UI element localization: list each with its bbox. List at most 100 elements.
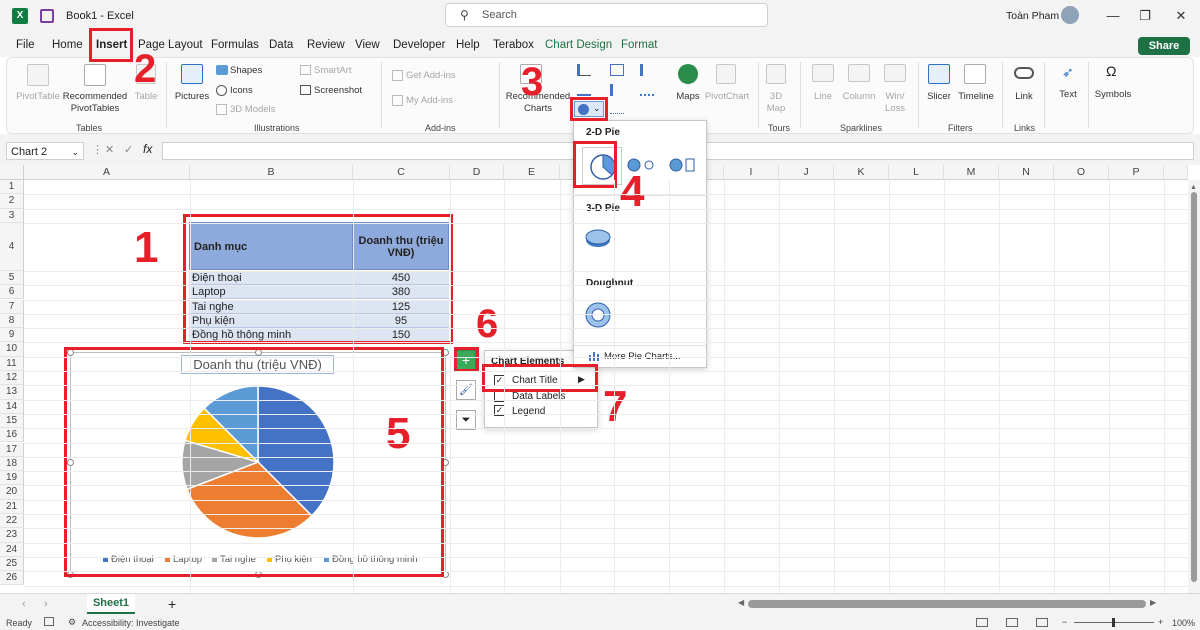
column-header[interactable]: J xyxy=(779,165,834,180)
column-header[interactable]: A xyxy=(24,165,190,180)
sparkline-column-button[interactable]: Column xyxy=(840,91,878,102)
horizontal-scroll-thumb[interactable] xyxy=(748,600,1146,608)
waterfall-chart-icon[interactable] xyxy=(640,64,654,76)
row-header[interactable]: 1 xyxy=(0,180,24,195)
row-header[interactable]: 12 xyxy=(0,371,24,386)
next-sheet-icon[interactable]: › xyxy=(44,598,48,610)
tab-home[interactable]: Home xyxy=(52,39,83,51)
bar-of-pie-option[interactable] xyxy=(668,157,698,173)
scroll-right-icon[interactable]: ▶ xyxy=(1150,598,1156,607)
tab-format[interactable]: Format xyxy=(621,39,657,51)
icons-button[interactable]: Icons xyxy=(230,85,253,96)
column-header[interactable]: L xyxy=(889,165,944,180)
row-header[interactable]: 9 xyxy=(0,328,24,343)
row-header[interactable]: 22 xyxy=(0,514,24,529)
row-header[interactable]: 5 xyxy=(0,270,24,286)
zoom-slider-thumb[interactable] xyxy=(1112,618,1115,627)
smartart-button[interactable]: SmartArt xyxy=(314,65,351,76)
statistic-chart-icon[interactable] xyxy=(610,84,624,96)
enter-icon[interactable]: ✓ xyxy=(124,143,133,156)
row-header[interactable]: 3 xyxy=(0,208,24,223)
minimize-button[interactable]: — xyxy=(1098,1,1128,31)
column-header[interactable]: M xyxy=(944,165,999,180)
select-all-corner[interactable] xyxy=(0,165,24,180)
combo-chart-icon[interactable] xyxy=(640,84,654,96)
tab-file[interactable]: File xyxy=(16,39,35,51)
pivottable-button[interactable]: PivotTable xyxy=(14,91,62,102)
column-header[interactable]: K xyxy=(834,165,889,180)
shapes-button[interactable]: Shapes xyxy=(230,65,262,76)
zoom-level[interactable]: 100% xyxy=(1172,618,1195,628)
row-header[interactable]: 26 xyxy=(0,571,24,586)
hierarchy-chart-icon[interactable] xyxy=(610,64,624,76)
macro-recording-icon[interactable] xyxy=(44,617,54,626)
pictures-button[interactable]: Pictures xyxy=(174,91,210,102)
my-addins-button[interactable]: My Add-ins xyxy=(406,95,453,106)
tab-terabox[interactable]: Terabox xyxy=(493,39,534,51)
search-box[interactable]: ⚲ Search xyxy=(445,3,768,27)
column-header[interactable]: B xyxy=(190,165,353,180)
normal-view-icon[interactable] xyxy=(976,618,988,627)
save-icon[interactable] xyxy=(40,9,54,23)
column-header[interactable]: P xyxy=(1109,165,1164,180)
row-header[interactable]: 11 xyxy=(0,356,24,371)
pivotchart-button[interactable]: PivotChart xyxy=(704,91,750,102)
row-header[interactable]: 7 xyxy=(0,299,24,314)
tab-formulas[interactable]: Formulas xyxy=(211,39,259,51)
screenshot-button[interactable]: Screenshot xyxy=(314,85,362,96)
row-header[interactable]: 25 xyxy=(0,556,24,572)
close-button[interactable]: ✕ xyxy=(1166,1,1196,31)
page-break-view-icon[interactable] xyxy=(1036,618,1048,627)
scroll-up-icon[interactable]: ▲ xyxy=(1190,184,1197,191)
column-header[interactable]: O xyxy=(1054,165,1109,180)
doughnut-option[interactable] xyxy=(582,299,614,331)
3d-models-button[interactable]: 3D Models xyxy=(230,104,275,115)
column-chart-icon[interactable] xyxy=(577,64,591,76)
column-header[interactable]: C xyxy=(353,165,450,180)
tab-developer[interactable]: Developer xyxy=(393,39,445,51)
name-box[interactable]: Chart 2 ⌄ xyxy=(6,142,84,160)
tab-chart-design[interactable]: Chart Design xyxy=(545,39,612,51)
row-header[interactable]: 14 xyxy=(0,399,24,414)
get-addins-button[interactable]: Get Add-ins xyxy=(406,70,456,81)
maps-button[interactable]: Maps xyxy=(670,91,706,102)
scatter-chart-icon[interactable] xyxy=(610,104,624,114)
link-button[interactable]: Link xyxy=(1010,91,1038,102)
prev-sheet-icon[interactable]: ‹ xyxy=(22,598,26,610)
restore-button[interactable]: ❐ xyxy=(1130,1,1160,31)
insert-function-button[interactable]: fx xyxy=(143,142,152,156)
timeline-button[interactable]: Timeline xyxy=(956,91,996,102)
recommended-pivottables-button[interactable]: Recommended xyxy=(62,91,128,102)
cancel-icon[interactable]: ✕ xyxy=(105,143,114,156)
pie-3d-option[interactable] xyxy=(582,225,614,251)
row-header[interactable]: 18 xyxy=(0,456,24,472)
row-header[interactable]: 17 xyxy=(0,442,24,457)
row-header[interactable]: 10 xyxy=(0,342,24,357)
row-header[interactable]: 23 xyxy=(0,528,24,543)
tab-data[interactable]: Data xyxy=(269,39,293,51)
vertical-scroll-thumb[interactable] xyxy=(1191,192,1197,582)
avatar[interactable] xyxy=(1061,6,1079,24)
3d-map-button[interactable]: 3D xyxy=(762,91,790,102)
text-button[interactable]: Text xyxy=(1052,89,1084,100)
row-header[interactable]: 8 xyxy=(0,313,24,329)
accessibility-status[interactable]: Accessibility: Investigate xyxy=(82,618,180,628)
sparkline-line-button[interactable]: Line xyxy=(808,91,838,102)
row-header[interactable]: 13 xyxy=(0,385,24,400)
sparkline-winloss-button[interactable]: Win/ xyxy=(880,91,910,102)
row-header[interactable]: 2 xyxy=(0,194,24,209)
row-header[interactable]: 15 xyxy=(0,413,24,429)
column-header[interactable]: I xyxy=(724,165,779,180)
sheet-tab-sheet1[interactable]: Sheet1 xyxy=(87,594,135,614)
row-header[interactable]: 4 xyxy=(0,222,24,271)
tab-view[interactable]: View xyxy=(355,39,380,51)
add-sheet-button[interactable]: + xyxy=(168,596,176,612)
tab-help[interactable]: Help xyxy=(456,39,480,51)
share-button[interactable]: Share xyxy=(1138,37,1190,55)
table-button[interactable]: Table xyxy=(132,91,160,102)
slicer-button[interactable]: Slicer xyxy=(922,91,956,102)
column-header[interactable]: N xyxy=(999,165,1054,180)
vertical-scrollbar[interactable]: ▲ xyxy=(1188,180,1200,593)
row-header[interactable]: 20 xyxy=(0,485,24,500)
zoom-out-icon[interactable]: − xyxy=(1062,617,1067,627)
